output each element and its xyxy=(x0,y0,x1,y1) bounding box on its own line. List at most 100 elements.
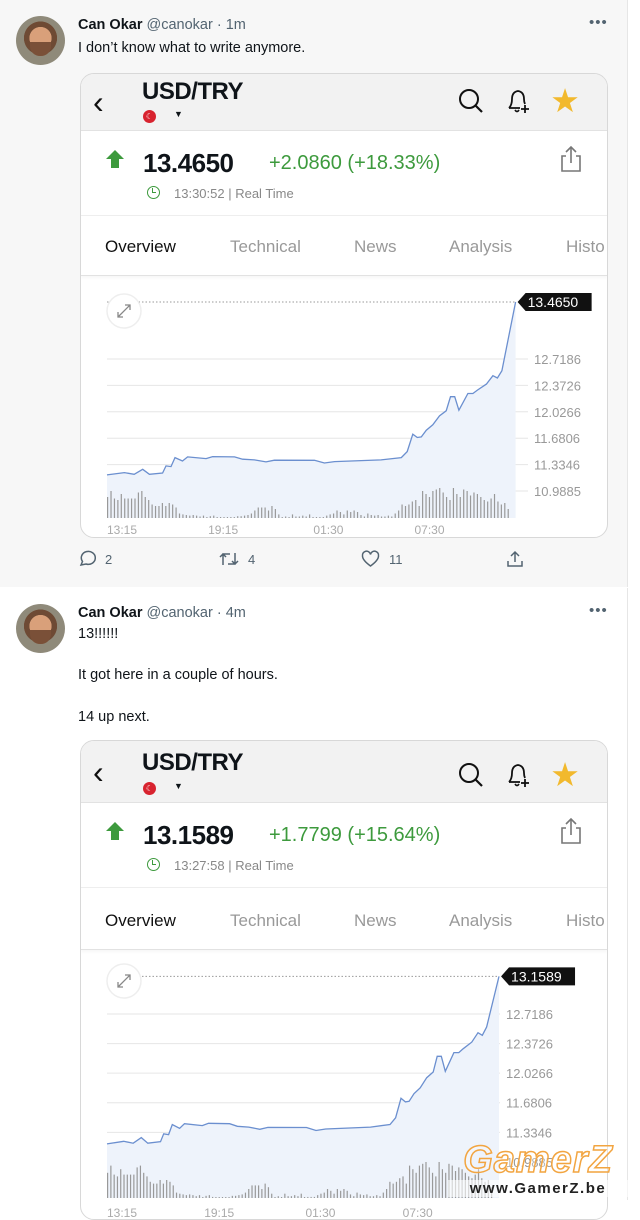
volume-bar xyxy=(225,1197,227,1198)
up-arrow-icon xyxy=(106,822,124,840)
volume-bar xyxy=(250,513,253,518)
volume-bar xyxy=(372,1196,375,1198)
volume-bar xyxy=(363,1195,365,1198)
volume-bar xyxy=(185,515,187,518)
volume-bar xyxy=(291,514,294,518)
volume-bar xyxy=(422,491,424,518)
author-handle[interactable]: @canokar xyxy=(147,17,213,33)
volume-bar xyxy=(481,1178,483,1198)
author-name[interactable]: Can Okar xyxy=(78,605,142,621)
volume-bar xyxy=(402,1176,404,1198)
share-icon xyxy=(507,550,523,567)
volume-bar xyxy=(141,491,143,518)
volume-bar xyxy=(235,1195,237,1198)
up-arrow-icon xyxy=(106,150,124,168)
volume-bar xyxy=(415,500,417,518)
volume-bar xyxy=(264,1183,266,1198)
quote-timestamp: 13:27:58 | Real Time xyxy=(174,858,294,873)
volume-bar xyxy=(206,517,208,518)
share-icon xyxy=(561,145,581,172)
heart-icon xyxy=(361,550,380,567)
volume-bar xyxy=(464,1172,466,1198)
volume-bar xyxy=(317,1195,319,1198)
price-chart: 12.7186 12.3726 12.0266 11.6806 11.3346 10.98… xyxy=(106,963,576,1220)
volume-bar xyxy=(133,1174,135,1198)
tweet-time[interactable]: · 4m xyxy=(217,605,246,621)
retweet-button[interactable]: 4 xyxy=(219,550,255,568)
y-tick-label: 12.0266 xyxy=(534,405,581,420)
tab-overview: Overview xyxy=(105,237,176,256)
volume-bar xyxy=(382,1192,384,1198)
star-icon: ★ xyxy=(550,756,580,793)
volume-bar xyxy=(425,1162,427,1198)
volume-bar xyxy=(161,503,163,518)
more-options-icon[interactable]: ••• xyxy=(589,14,608,31)
volume-bar xyxy=(340,1190,342,1198)
back-chevron-icon: ‹ xyxy=(93,84,104,120)
volume-bar xyxy=(175,507,177,518)
volume-bar xyxy=(497,501,499,518)
volume-bar xyxy=(116,1176,119,1198)
x-tick-label: 19:15 xyxy=(208,523,238,537)
quote-screenshot[interactable]: ‹ USD/TRY ☾ ▼ ★ 13.1589 +1.7799 (+15.64%… xyxy=(80,740,608,1220)
tab-history: Histo xyxy=(566,237,605,256)
volume-bar xyxy=(264,507,266,518)
y-tick-label: 11.6806 xyxy=(506,1096,552,1111)
volume-bar xyxy=(401,504,403,518)
avatar[interactable] xyxy=(16,16,65,65)
volume-bar xyxy=(504,503,506,518)
volume-bar xyxy=(226,517,229,518)
volume-bar xyxy=(274,509,276,518)
tab-history: Histo xyxy=(566,911,605,930)
volume-bar xyxy=(247,515,249,518)
x-tick-label: 13:15 xyxy=(107,523,137,537)
volume-bar xyxy=(267,1187,270,1198)
avatar[interactable] xyxy=(16,604,65,653)
volume-bar xyxy=(322,517,324,518)
volume-bar xyxy=(241,1194,243,1198)
y-tick-label: 12.3726 xyxy=(534,378,581,393)
volume-bar xyxy=(458,1167,460,1198)
tweet-text-line: 13!!!!!! xyxy=(78,626,119,642)
expand-button[interactable] xyxy=(106,293,142,329)
volume-bar xyxy=(326,1189,329,1198)
volume-bar xyxy=(172,1185,174,1198)
volume-bar xyxy=(392,1183,394,1198)
last-price-label: 13.1589 xyxy=(511,968,562,984)
volume-bar xyxy=(405,1183,407,1198)
volume-bar xyxy=(305,516,307,518)
volume-bar xyxy=(295,516,297,518)
volume-bar xyxy=(333,1193,335,1198)
author-handle[interactable]: @canokar xyxy=(147,605,213,621)
price-section: 13.1589 +1.7799 (+15.64%) 13:27:58 | Rea… xyxy=(81,803,607,888)
quote-screenshot[interactable]: ‹ USD/TRY ☾ ▼ ★ 13.4650 +2.0860 (+18.33%… xyxy=(80,73,608,538)
volume-bar xyxy=(418,506,420,518)
volume-bar xyxy=(323,1192,325,1198)
volume-bar xyxy=(404,506,407,518)
volume-bar xyxy=(380,516,383,518)
like-button[interactable]: 11 xyxy=(361,550,403,568)
caret-down-icon: ▼ xyxy=(174,109,183,119)
tweet[interactable]: Can Okar @canokar · 1m ••• I don’t know … xyxy=(0,0,628,587)
tab-technical: Technical xyxy=(230,911,301,930)
volume-bar xyxy=(439,488,441,518)
expand-button[interactable] xyxy=(106,963,142,999)
volume-bar xyxy=(151,504,153,518)
author-name[interactable]: Can Okar xyxy=(78,17,142,33)
volume-bar xyxy=(238,1195,240,1198)
volume-bar xyxy=(391,516,393,518)
volume-bar xyxy=(343,1189,345,1198)
x-tick-label: 13:15 xyxy=(107,1206,137,1220)
share-button[interactable] xyxy=(506,550,524,568)
volume-bar xyxy=(228,1197,230,1198)
tab-bar: Overview Technical News Analysis Histo xyxy=(81,216,607,276)
volume-bar xyxy=(129,1174,132,1198)
y-tick-label: 10.9885 xyxy=(506,1155,553,1170)
reply-button[interactable]: 2 xyxy=(78,550,112,568)
volume-bar xyxy=(310,1196,312,1198)
volume-bar xyxy=(281,517,283,518)
tweet-actions: 2 4 11 xyxy=(0,550,627,574)
y-tick-label: 12.3726 xyxy=(506,1037,553,1052)
more-options-icon[interactable]: ••• xyxy=(589,602,608,619)
tweet-time[interactable]: · 1m xyxy=(217,17,246,33)
